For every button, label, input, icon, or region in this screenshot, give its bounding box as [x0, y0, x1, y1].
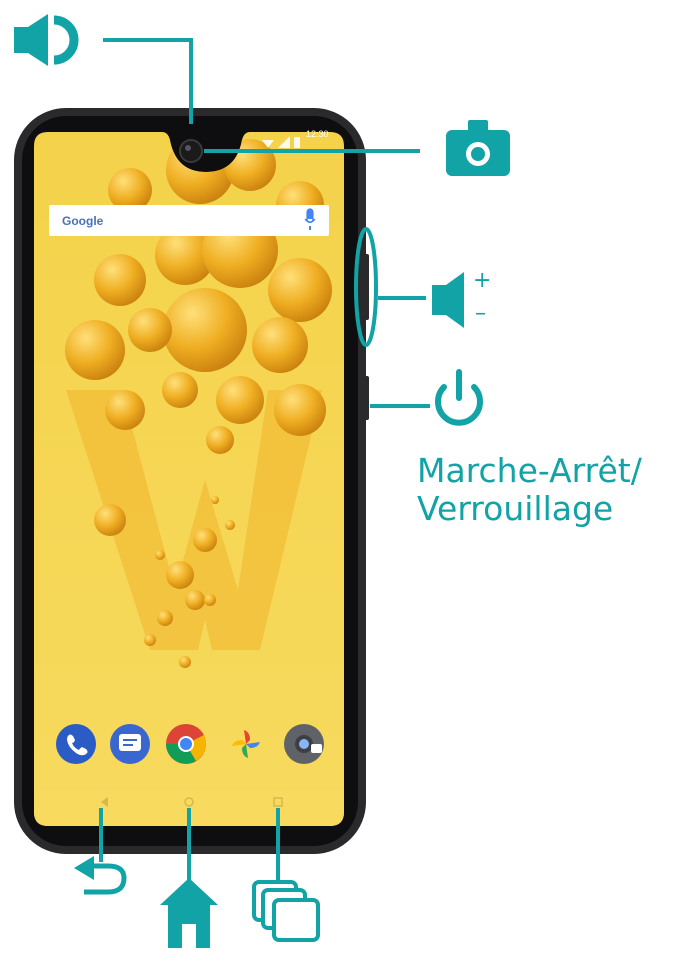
front-camera-lens [179, 139, 203, 163]
power-label-line1: Marche-Arrêt/ [417, 451, 642, 490]
wallpaper-ball [105, 390, 145, 430]
mic-stand [309, 226, 311, 230]
power-label-line2: Verrouillage [417, 489, 614, 528]
camera-app-icon[interactable] [284, 724, 324, 764]
wallpaper-ball [211, 496, 219, 504]
home-icon [160, 878, 218, 948]
wallpaper-ball [166, 561, 194, 589]
front-camera-glint [185, 145, 191, 151]
wallpaper-ball [204, 594, 216, 606]
wallpaper-ball [94, 254, 146, 306]
volume-minus-sign: – [475, 301, 486, 326]
phone-app-icon[interactable] [56, 724, 96, 764]
chrome-app-icon[interactable] [166, 724, 206, 764]
messages-app-icon[interactable] [110, 724, 150, 764]
wallpaper-ball [155, 550, 165, 560]
volume-rocker[interactable] [364, 254, 369, 320]
wallpaper-ball [252, 317, 308, 373]
wallpaper-ball [225, 520, 235, 530]
wallpaper-ball [162, 372, 198, 408]
wallpaper-ball [179, 656, 191, 668]
wallpaper-ball [216, 376, 264, 424]
camera-icon [446, 120, 510, 176]
status-time: 12:30 [306, 129, 329, 139]
wallpaper-ball [206, 426, 234, 454]
wallpaper-ball [128, 308, 172, 352]
power-side-button[interactable] [364, 376, 369, 420]
google-logo: Google [62, 214, 104, 228]
volume-plus-sign: + [473, 268, 492, 293]
recents-icon [252, 880, 320, 942]
wallpaper-ball [163, 288, 247, 372]
wallpaper-ball [274, 384, 326, 436]
power-icon [435, 369, 483, 426]
wallpaper-ball [65, 320, 125, 380]
wallpaper-ball [94, 504, 126, 536]
wallpaper-ball [268, 258, 332, 322]
wallpaper-ball [157, 610, 173, 626]
volume-icon [432, 272, 464, 328]
wallpaper-ball [193, 528, 217, 552]
wallpaper-ball [144, 634, 156, 646]
screen [34, 132, 344, 826]
battery-status-icon [294, 137, 300, 148]
wallpaper-ball [185, 590, 205, 610]
speaker-icon [14, 14, 79, 66]
